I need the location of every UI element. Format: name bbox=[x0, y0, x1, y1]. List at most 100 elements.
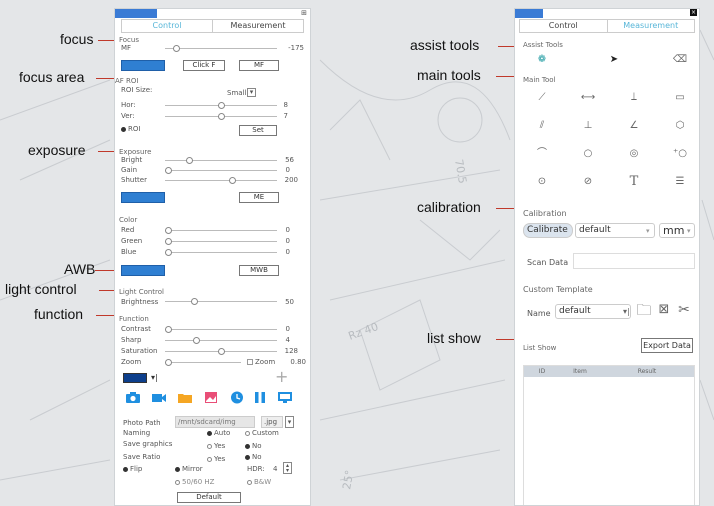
save-ratio-no-radio[interactable]: No bbox=[245, 453, 262, 462]
gallery-icon[interactable] bbox=[203, 391, 219, 404]
save-graphics-yes-radio[interactable]: Yes bbox=[207, 442, 225, 451]
horizontal-line-icon[interactable]: ⟷ bbox=[579, 91, 597, 105]
ruler-icon[interactable]: ☰ bbox=[671, 175, 689, 189]
vertical-line-icon[interactable]: ⟘ bbox=[625, 91, 643, 105]
rectangle-icon[interactable]: ▭ bbox=[671, 91, 689, 105]
pointer-icon[interactable]: ➤ bbox=[605, 53, 623, 67]
brightness-slider-knob[interactable] bbox=[191, 298, 198, 305]
eraser-icon[interactable]: ⌫ bbox=[671, 53, 689, 67]
scan-data-field[interactable] bbox=[573, 253, 695, 269]
shutter-slider-knob[interactable] bbox=[229, 177, 236, 184]
red-slider[interactable] bbox=[165, 230, 277, 231]
template-dropdown-icon[interactable]: ▾| bbox=[623, 307, 630, 316]
ae-button[interactable] bbox=[121, 192, 165, 203]
roi-size-select[interactable]: Small bbox=[227, 89, 246, 98]
mwb-button[interactable]: MWB bbox=[239, 265, 279, 276]
zoom-checkbox[interactable]: Zoom bbox=[247, 358, 275, 367]
mf-slider-knob[interactable] bbox=[173, 45, 180, 52]
save-graphics-no-radio[interactable]: No bbox=[245, 442, 262, 451]
default-button[interactable]: Default bbox=[177, 492, 241, 503]
calibration-select[interactable]: default bbox=[575, 223, 655, 238]
zoom-slider[interactable] bbox=[165, 362, 241, 363]
naming-auto-radio[interactable]: Auto bbox=[207, 429, 230, 438]
tab-control[interactable]: Control bbox=[122, 20, 212, 32]
swatch-dropdown-icon[interactable]: ▾| bbox=[151, 373, 158, 382]
roi-size-dropdown-icon[interactable]: ▾ bbox=[247, 88, 256, 97]
polygon-icon[interactable]: ⬡ bbox=[671, 119, 689, 133]
contrast-slider[interactable] bbox=[165, 329, 277, 330]
blue-slider-knob[interactable] bbox=[165, 249, 172, 256]
circle-center-icon[interactable]: ⊙ bbox=[533, 175, 551, 189]
naming-custom-radio[interactable]: Custom bbox=[245, 429, 279, 438]
mirror-radio[interactable]: Mirror bbox=[175, 465, 203, 474]
mf-button[interactable]: MF bbox=[239, 60, 279, 71]
concentric-circles-icon[interactable]: ◎ bbox=[625, 147, 643, 161]
me-button[interactable]: ME bbox=[239, 192, 279, 203]
hz-checkbox[interactable]: 50/60 HZ bbox=[175, 478, 214, 487]
timer-icon[interactable] bbox=[229, 391, 245, 404]
green-slider-knob[interactable] bbox=[165, 238, 172, 245]
ext-dropdown-icon[interactable]: ▾ bbox=[285, 416, 294, 428]
delete-file-icon[interactable]: ⊠ bbox=[655, 303, 673, 317]
calibration-dropdown-icon[interactable]: ▾ bbox=[646, 227, 650, 236]
click-f-button[interactable]: Click F bbox=[183, 60, 225, 71]
palette-icon[interactable]: ❁ bbox=[533, 53, 551, 67]
camera-icon[interactable] bbox=[125, 391, 141, 404]
tools-icon[interactable]: ✂ bbox=[675, 303, 693, 317]
shutter-slider[interactable] bbox=[165, 180, 277, 181]
contrast-slider-knob[interactable] bbox=[165, 326, 172, 333]
close-icon[interactable]: ⊞ bbox=[301, 9, 307, 18]
template-select[interactable]: default bbox=[555, 304, 631, 319]
save-ratio-yes-radio[interactable]: Yes bbox=[207, 455, 225, 464]
unit-dropdown-icon[interactable]: ▾ bbox=[687, 227, 691, 236]
gain-slider-knob[interactable] bbox=[165, 167, 172, 174]
hdr-stepper[interactable]: ▴ ▾ bbox=[283, 462, 292, 474]
close-icon[interactable]: × bbox=[690, 9, 697, 16]
sharp-slider-knob[interactable] bbox=[193, 337, 200, 344]
ver-slider-knob[interactable] bbox=[218, 113, 225, 120]
tab-measurement[interactable]: Measurement bbox=[212, 20, 303, 32]
blue-slider[interactable] bbox=[165, 252, 277, 253]
set-button[interactable]: Set bbox=[239, 125, 277, 136]
tab-measurement[interactable]: Measurement bbox=[608, 20, 695, 32]
photo-ext-select[interactable]: .jpg bbox=[261, 416, 283, 428]
perpendicular-icon[interactable]: ⊥ bbox=[579, 119, 597, 133]
line-icon[interactable]: ⟋ bbox=[533, 91, 551, 105]
monitor-icon[interactable] bbox=[277, 391, 293, 404]
saturation-slider-knob[interactable] bbox=[218, 348, 225, 355]
mf-slider[interactable] bbox=[165, 48, 277, 49]
circle-tangent-icon[interactable]: ⊘ bbox=[579, 175, 597, 189]
color-swatch[interactable] bbox=[123, 373, 147, 383]
circle-icon[interactable]: ○ bbox=[579, 147, 597, 161]
bright-slider-knob[interactable] bbox=[186, 157, 193, 164]
flip-radio[interactable]: Flip bbox=[123, 465, 142, 474]
arc-icon[interactable]: ⌒ bbox=[533, 147, 551, 161]
gain-slider[interactable] bbox=[165, 170, 277, 171]
callout-focus-area: focus area bbox=[19, 69, 85, 85]
roi-label: ROI bbox=[128, 125, 141, 133]
pause-icon[interactable] bbox=[253, 391, 267, 404]
roi-radio[interactable]: ROI bbox=[121, 125, 140, 134]
video-icon[interactable] bbox=[151, 391, 167, 404]
hor-slider-knob[interactable] bbox=[218, 102, 225, 109]
calibrate-button[interactable]: Calibrate bbox=[523, 223, 573, 238]
af-button[interactable] bbox=[121, 60, 165, 71]
point-circle-icon[interactable]: ⁺○ bbox=[671, 147, 689, 161]
bright-slider[interactable] bbox=[165, 160, 277, 161]
parallel-lines-icon[interactable]: ⫽ bbox=[533, 119, 551, 133]
zoom-slider-knob[interactable] bbox=[165, 359, 172, 366]
bw-checkbox[interactable]: B&W bbox=[247, 478, 271, 487]
sharp-slider[interactable] bbox=[165, 340, 277, 341]
brightness-slider[interactable] bbox=[165, 301, 277, 302]
export-data-button[interactable]: Export Data bbox=[641, 338, 693, 353]
awb-button[interactable] bbox=[121, 265, 165, 276]
green-slider[interactable] bbox=[165, 241, 277, 242]
red-slider-knob[interactable] bbox=[165, 227, 172, 234]
angle-icon[interactable]: ∠ bbox=[625, 119, 643, 133]
crosshair-icon[interactable]: + bbox=[275, 369, 288, 385]
tab-control[interactable]: Control bbox=[520, 20, 608, 32]
text-icon[interactable]: T bbox=[625, 175, 643, 189]
photo-path-field[interactable]: /mnt/sdcard/img bbox=[175, 416, 255, 428]
new-folder-icon[interactable]: 🗀 bbox=[635, 303, 653, 318]
folder-icon[interactable] bbox=[177, 391, 193, 404]
